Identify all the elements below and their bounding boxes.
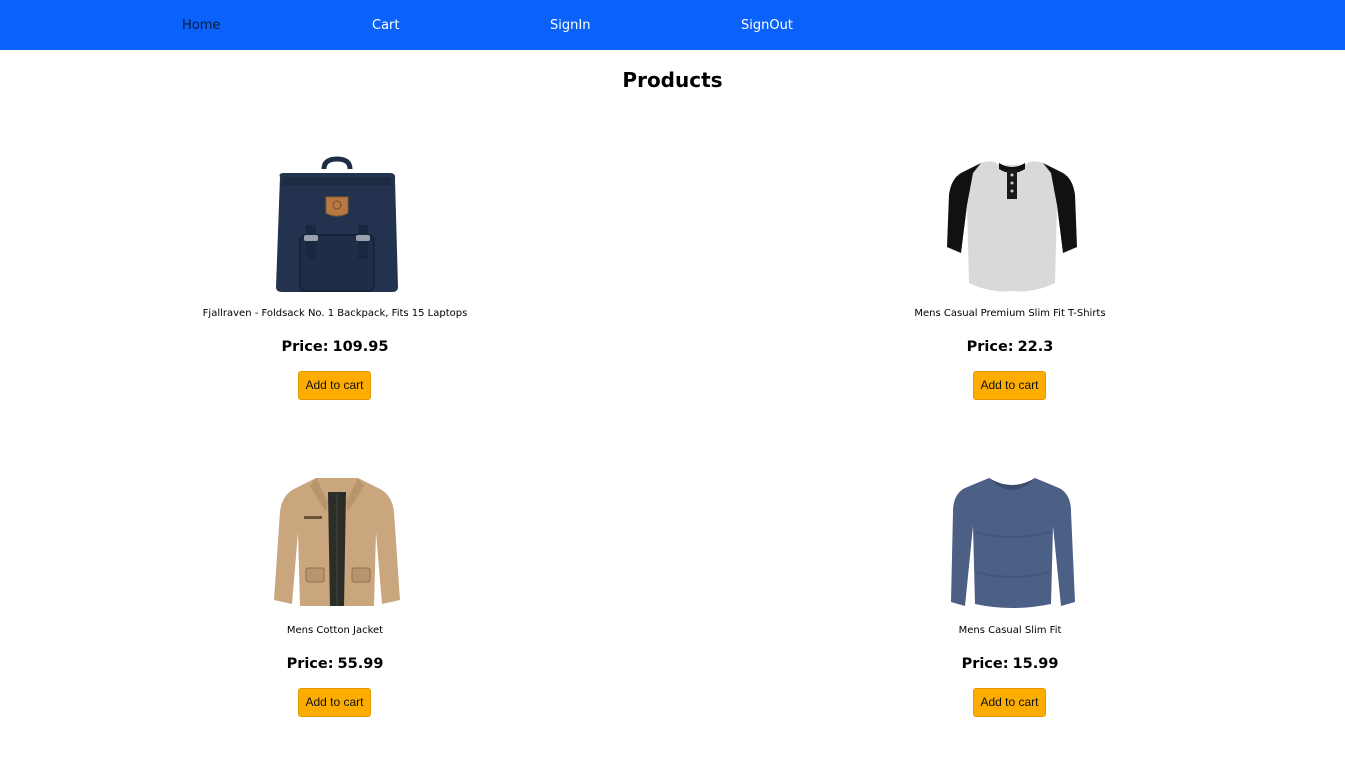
add-to-cart-button[interactable]: Add to cart bbox=[298, 371, 371, 400]
nav-signout-link[interactable]: SignOut bbox=[741, 18, 793, 34]
price-value: 55.99 bbox=[337, 656, 384, 672]
price-label: Price: bbox=[281, 339, 329, 355]
price-label: Price: bbox=[286, 656, 334, 672]
price-value: 15.99 bbox=[1012, 656, 1059, 672]
product-card: Mens Casual Slim Fit Price: 15.99 Add to … bbox=[810, 472, 1210, 772]
product-card: Mens Cotton Jacket Price: 55.99 Add to ca… bbox=[135, 472, 535, 772]
product-price: Price: 15.99 bbox=[810, 654, 1210, 674]
price-value: 109.95 bbox=[332, 339, 389, 355]
price-label: Price: bbox=[966, 339, 1014, 355]
product-card: Fjallraven - Foldsack No. 1 Backpack, Fi… bbox=[135, 155, 535, 455]
product-price: Price: 109.95 bbox=[135, 337, 535, 357]
slim-fit-shirt-image bbox=[951, 478, 1075, 608]
backpack-image bbox=[276, 156, 398, 292]
henley-tshirt-image bbox=[947, 161, 1077, 292]
product-name: Mens Casual Premium Slim Fit T-Shirts bbox=[914, 308, 1106, 319]
price-value: 22.3 bbox=[1017, 339, 1054, 355]
add-to-cart-button[interactable]: Add to cart bbox=[973, 688, 1046, 717]
top-navbar: Home Cart SignIn SignOut bbox=[0, 0, 1345, 50]
add-to-cart-button[interactable]: Add to cart bbox=[298, 688, 371, 717]
product-name: Mens Casual Slim Fit bbox=[958, 625, 1062, 636]
product-card: Mens Casual Premium Slim Fit T-Shirts Pr… bbox=[810, 155, 1210, 455]
price-label: Price: bbox=[961, 656, 1009, 672]
cotton-jacket-image bbox=[274, 478, 400, 606]
page-title: Products bbox=[622, 68, 723, 92]
nav-home-link[interactable]: Home bbox=[182, 18, 220, 34]
product-price: Price: 55.99 bbox=[135, 654, 535, 674]
product-name: Fjallraven - Foldsack No. 1 Backpack, Fi… bbox=[202, 308, 468, 319]
product-name: Mens Cotton Jacket bbox=[286, 625, 384, 636]
add-to-cart-button[interactable]: Add to cart bbox=[973, 371, 1046, 400]
product-price: Price: 22.3 bbox=[810, 337, 1210, 357]
nav-signin-link[interactable]: SignIn bbox=[550, 18, 590, 34]
nav-cart-link[interactable]: Cart bbox=[372, 18, 400, 34]
